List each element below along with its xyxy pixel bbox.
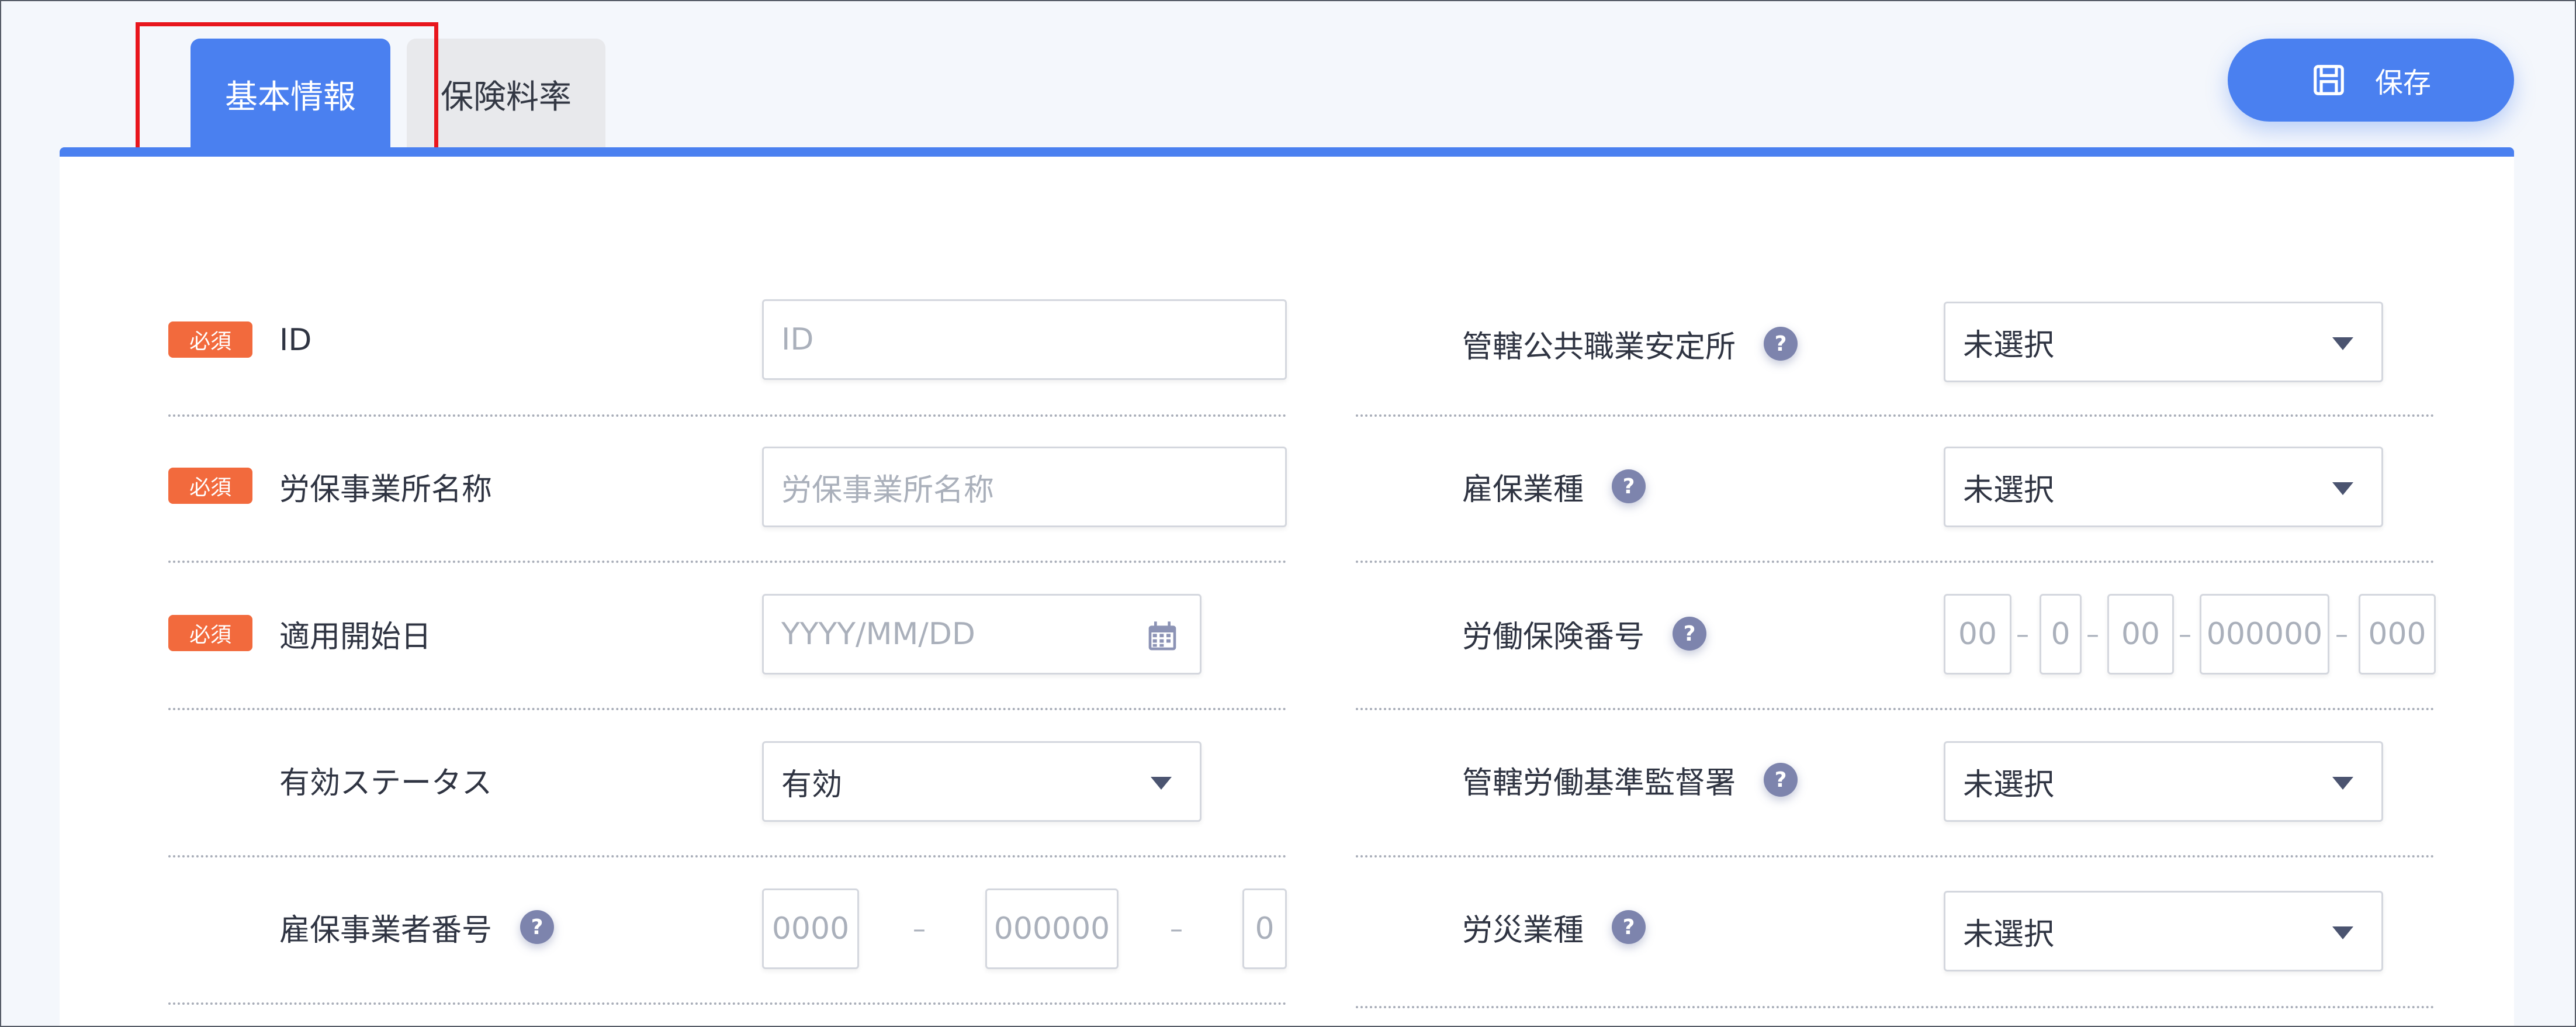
field-label-labor-standards-office: 管轄労働基準監督署 ?: [1462, 756, 1798, 803]
help-icon[interactable]: ?: [1612, 469, 1646, 503]
row-divider: [168, 855, 1287, 857]
select-value: 有効: [781, 767, 843, 803]
input-placeholder: YYYY/MM/DD: [781, 617, 975, 652]
field-label-workers-comp-industry: 労災業種 ?: [1462, 904, 1646, 950]
labor-insurance-seg-1[interactable]: 00: [1944, 594, 2011, 675]
label-text: 管轄労働基準監督署: [1462, 765, 1736, 801]
field-label-start-date: 適用開始日: [279, 619, 432, 655]
separator: –: [2179, 619, 2191, 649]
help-icon[interactable]: ?: [1764, 763, 1798, 797]
save-label: 保存: [2374, 67, 2431, 99]
label-text: 雇保事業者番号: [279, 912, 493, 948]
label-text: 労災業種: [1462, 912, 1584, 948]
help-icon[interactable]: ?: [1764, 327, 1798, 361]
field-label-labor-insurance-number: 労働保険番号 ?: [1462, 610, 1707, 657]
select-value: 未選択: [1963, 472, 2055, 508]
required-badge: 必須: [168, 468, 252, 504]
app-frame: 基本情報 保険料率 保存 必須 ID ID 必須 労保事業所名称 労保事業所名称…: [0, 0, 2576, 1027]
select-value: 未選択: [1963, 767, 2055, 803]
chevron-down-icon: [1151, 777, 1172, 790]
field-label-office-name: 労保事業所名称: [279, 472, 493, 507]
row-divider: [168, 708, 1287, 710]
required-badge: 必須: [168, 321, 252, 358]
chevron-down-icon: [2332, 482, 2353, 495]
labor-insurance-seg-3[interactable]: 00: [2107, 594, 2174, 675]
tab-label: 基本情報: [225, 78, 356, 116]
row-divider: [1356, 561, 2435, 563]
field-label-id: ID: [279, 323, 312, 358]
labor-insurance-seg-5[interactable]: 000: [2359, 594, 2436, 675]
select-value: 未選択: [1963, 327, 2055, 363]
status-select[interactable]: 有効: [762, 741, 1202, 822]
tab-label: 保険料率: [441, 78, 572, 116]
calendar-icon[interactable]: [1146, 620, 1179, 653]
input-placeholder: 労保事業所名称: [781, 472, 995, 508]
row-divider: [168, 1002, 1287, 1005]
row-divider: [1356, 708, 2435, 710]
public-employment-office-select[interactable]: 未選択: [1944, 302, 2383, 382]
id-input[interactable]: ID: [762, 299, 1287, 380]
label-text: 労働保険番号: [1462, 619, 1645, 655]
chevron-down-icon: [2332, 337, 2353, 350]
row-divider: [168, 414, 1287, 417]
employer-number-seg-2[interactable]: 000000: [985, 888, 1119, 969]
office-name-input[interactable]: 労保事業所名称: [762, 447, 1287, 527]
labor-standards-office-select[interactable]: 未選択: [1944, 741, 2383, 822]
label-text: 雇保業種: [1462, 472, 1584, 507]
label-text: 管轄公共職業安定所: [1462, 329, 1736, 365]
start-date-input[interactable]: YYYY/MM/DD: [762, 594, 1202, 675]
employer-number-seg-3[interactable]: 0: [1242, 888, 1287, 969]
select-value: 未選択: [1963, 917, 2055, 952]
row-divider: [168, 561, 1287, 563]
separator: –: [2016, 619, 2029, 649]
workers-comp-industry-select[interactable]: 未選択: [1944, 891, 2383, 971]
input-placeholder: ID: [781, 322, 814, 357]
field-label-employment-industry: 雇保業種 ?: [1462, 463, 1646, 510]
chevron-down-icon: [2332, 926, 2353, 939]
separator: –: [2086, 619, 2099, 649]
field-label-public-employment-office: 管轄公共職業安定所 ?: [1462, 320, 1798, 367]
help-icon[interactable]: ?: [1673, 617, 1707, 651]
labor-insurance-seg-4[interactable]: 000000: [2200, 594, 2329, 675]
separator: –: [1170, 914, 1183, 944]
field-label-employer-number: 雇保事業者番号 ?: [279, 904, 555, 950]
tab-insurance-rate[interactable]: 保険料率: [407, 39, 605, 150]
labor-insurance-seg-2[interactable]: 0: [2040, 594, 2082, 675]
required-badge: 必須: [168, 615, 252, 651]
help-icon[interactable]: ?: [520, 910, 555, 944]
save-button[interactable]: 保存: [2228, 39, 2514, 122]
separator: –: [2335, 619, 2348, 649]
separator: –: [913, 914, 926, 944]
tab-basic-info[interactable]: 基本情報: [191, 39, 390, 150]
employer-number-seg-1[interactable]: 0000: [762, 888, 859, 969]
row-divider: [1356, 1006, 2435, 1008]
employment-industry-select[interactable]: 未選択: [1944, 447, 2383, 527]
row-divider: [1356, 414, 2435, 417]
help-icon[interactable]: ?: [1612, 910, 1646, 944]
floppy-disk-icon: [2314, 65, 2344, 95]
field-label-status: 有効ステータス: [279, 765, 493, 801]
chevron-down-icon: [2332, 777, 2353, 790]
row-divider: [1356, 855, 2435, 857]
